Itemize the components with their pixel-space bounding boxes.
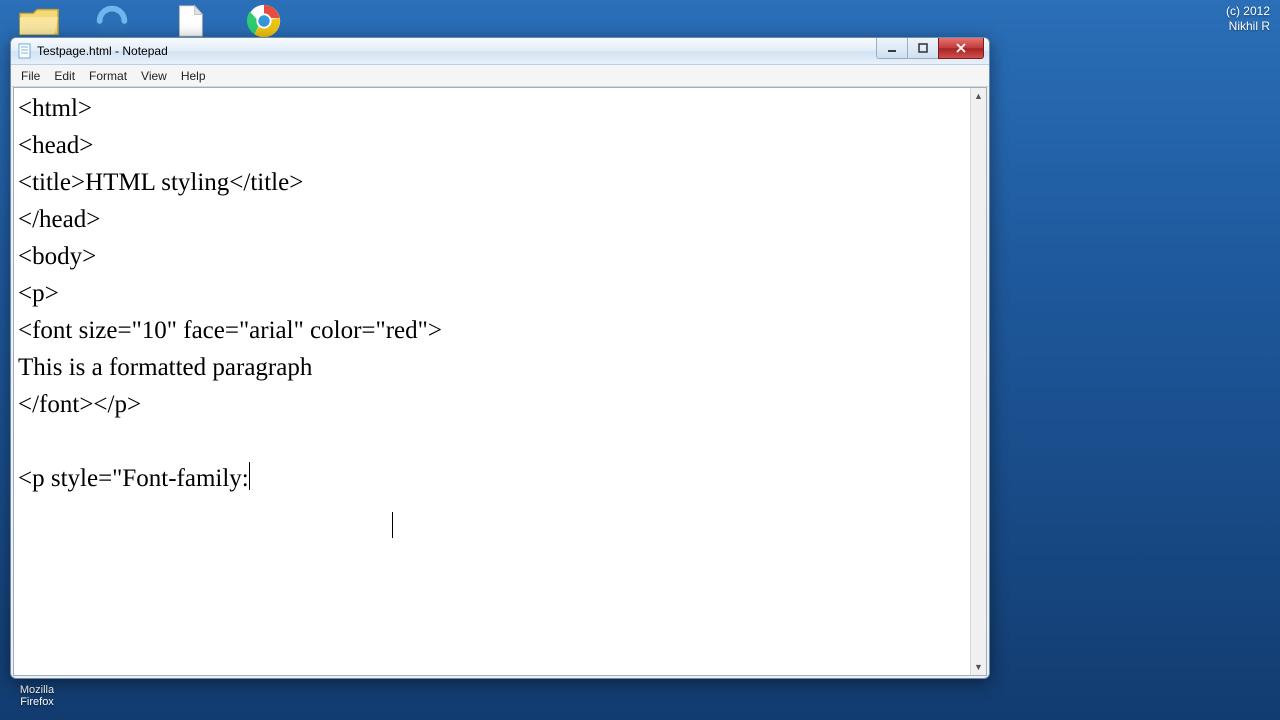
watermark: (c) 2012 Nikhil R [1226,4,1270,34]
watermark-line2: Nikhil R [1226,19,1270,34]
menu-view[interactable]: View [134,67,174,85]
minimize-button[interactable] [876,38,908,59]
document-icon[interactable] [165,2,213,40]
editor-area: <html> <head> <title>HTML styling</title… [13,87,987,676]
maximize-button[interactable] [907,38,939,59]
scroll-up-arrow[interactable]: ▲ [971,88,986,104]
editor-text[interactable]: <html> <head> <title>HTML styling</title… [14,88,971,675]
desktop: (c) 2012 Nikhil R Mozilla [0,0,1280,720]
menu-edit[interactable]: Edit [47,67,82,85]
menu-help[interactable]: Help [174,67,213,85]
close-button[interactable] [938,38,984,59]
browser-globe-icon[interactable] [88,2,136,40]
titlebar[interactable]: Testpage.html - Notepad [11,38,989,65]
desktop-firefox-label[interactable]: Mozilla Firefox [12,684,62,708]
vertical-scrollbar[interactable]: ▲ ▼ [970,88,986,675]
scroll-down-arrow[interactable]: ▼ [971,659,986,675]
chrome-icon[interactable] [240,2,288,40]
window-controls [877,38,984,58]
menu-format[interactable]: Format [82,67,134,85]
notepad-icon [17,43,33,59]
text-caret [249,462,250,490]
watermark-line1: (c) 2012 [1226,4,1270,19]
window-title: Testpage.html - Notepad [37,44,168,58]
notepad-window: Testpage.html - Notepad File Edit Format… [10,37,990,679]
menu-file[interactable]: File [14,67,47,85]
menubar: File Edit Format View Help [11,65,989,87]
folder-icon[interactable] [15,2,63,40]
secondary-caret [392,512,393,538]
